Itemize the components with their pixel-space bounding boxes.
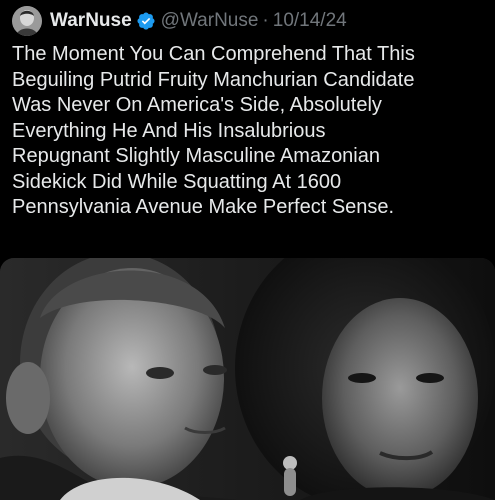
tweet-card[interactable]: WarNuse @WarNuse · 10/14/24 The Moment Y… (0, 0, 495, 500)
tweet-text: The Moment You Can Comprehend That This … (12, 43, 415, 218)
avatar-image (12, 6, 42, 36)
tweet-photo[interactable] (0, 258, 495, 500)
avatar[interactable] (12, 6, 42, 36)
author-handle[interactable]: @WarNuse (161, 10, 259, 32)
tweet-header: WarNuse @WarNuse · 10/14/24 (12, 6, 347, 36)
verified-badge-icon (136, 11, 156, 31)
separator-dot: · (262, 10, 269, 31)
tweet-date[interactable]: 10/14/24 (273, 10, 347, 32)
photo-image (0, 258, 495, 500)
author-display-name[interactable]: WarNuse (50, 10, 132, 32)
